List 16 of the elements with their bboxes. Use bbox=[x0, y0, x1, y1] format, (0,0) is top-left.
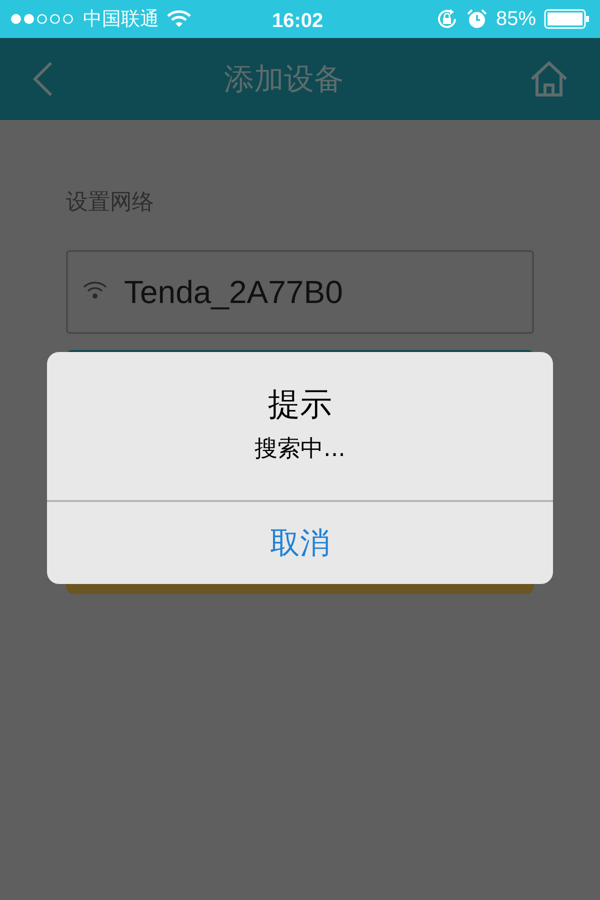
alert-message: 搜索中... bbox=[254, 435, 346, 464]
cancel-button[interactable]: 取消 bbox=[47, 502, 553, 584]
signal-strength-icon bbox=[10, 13, 75, 25]
rotation-lock-icon bbox=[436, 8, 458, 30]
page-title: 添加设备 bbox=[223, 60, 345, 98]
wifi-icon bbox=[82, 280, 108, 300]
back-icon[interactable] bbox=[32, 61, 54, 97]
home-icon[interactable] bbox=[530, 61, 568, 97]
alert-title: 提示 bbox=[268, 384, 332, 425]
battery-icon bbox=[544, 9, 590, 29]
battery-percentage: 85% bbox=[496, 7, 536, 32]
network-name-field[interactable]: Tenda_2A77B0 bbox=[66, 250, 534, 334]
carrier-name: 中国联通 bbox=[83, 6, 159, 32]
clock-time: 16:02 bbox=[272, 9, 324, 34]
wifi-icon bbox=[167, 10, 191, 28]
alarm-clock-icon bbox=[466, 8, 488, 30]
